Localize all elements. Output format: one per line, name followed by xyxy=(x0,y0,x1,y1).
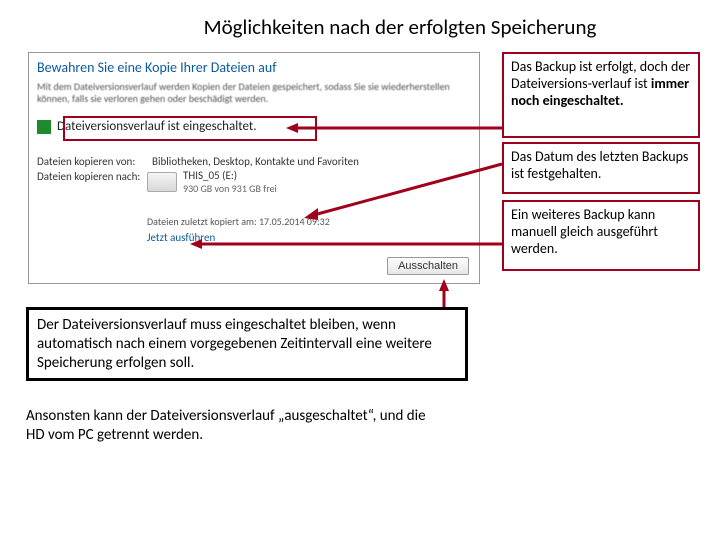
copy-from-label: Dateien kopieren von: xyxy=(37,155,142,168)
copy-to-label: Dateien kopieren nach: xyxy=(37,170,142,183)
page-title: Möglichkeiten nach der erfolgten Speiche… xyxy=(120,14,680,40)
annotation-date: Das Datum des letzten Backups ist festge… xyxy=(502,142,700,194)
drive-name: THIS_05 (E:) xyxy=(183,169,277,182)
copy-from-value: Bibliotheken, Desktop, Kontakte und Favo… xyxy=(152,155,359,168)
status-text: Dateiversionsverlauf ist eingeschaltet. xyxy=(57,119,256,134)
dialog-description: Mit dem Dateiversionsverlauf werden Kopi… xyxy=(37,81,471,105)
status-row: Dateiversionsverlauf ist eingeschaltet. xyxy=(37,119,256,134)
turn-off-button[interactable]: Ausschalten xyxy=(387,257,469,275)
run-now-link[interactable]: Jetzt ausführen xyxy=(147,231,215,244)
drive-info: THIS_05 (E:) 930 GB von 931 GB frei xyxy=(147,169,277,195)
filehistory-dialog: Bewahren Sie eine Kopie Ihrer Dateien au… xyxy=(28,52,480,284)
note-plain: Ansonsten kann der Dateiversionsverlauf … xyxy=(26,407,446,445)
dialog-heading: Bewahren Sie eine Kopie Ihrer Dateien au… xyxy=(37,59,276,76)
status-icon xyxy=(37,120,51,134)
annotation-manual: Ein weiteres Backup kann manuell gleich … xyxy=(502,200,700,271)
drive-icon xyxy=(147,172,177,192)
drive-free: 930 GB von 931 GB frei xyxy=(183,182,277,195)
last-copied: Dateien zuletzt kopiert am: 17.05.2014 0… xyxy=(147,215,330,228)
annotation-status: Das Backup ist erfolgt, doch der Dateive… xyxy=(502,52,700,138)
note-box: Der Dateiversionsverlauf muss eingeschal… xyxy=(26,307,468,381)
